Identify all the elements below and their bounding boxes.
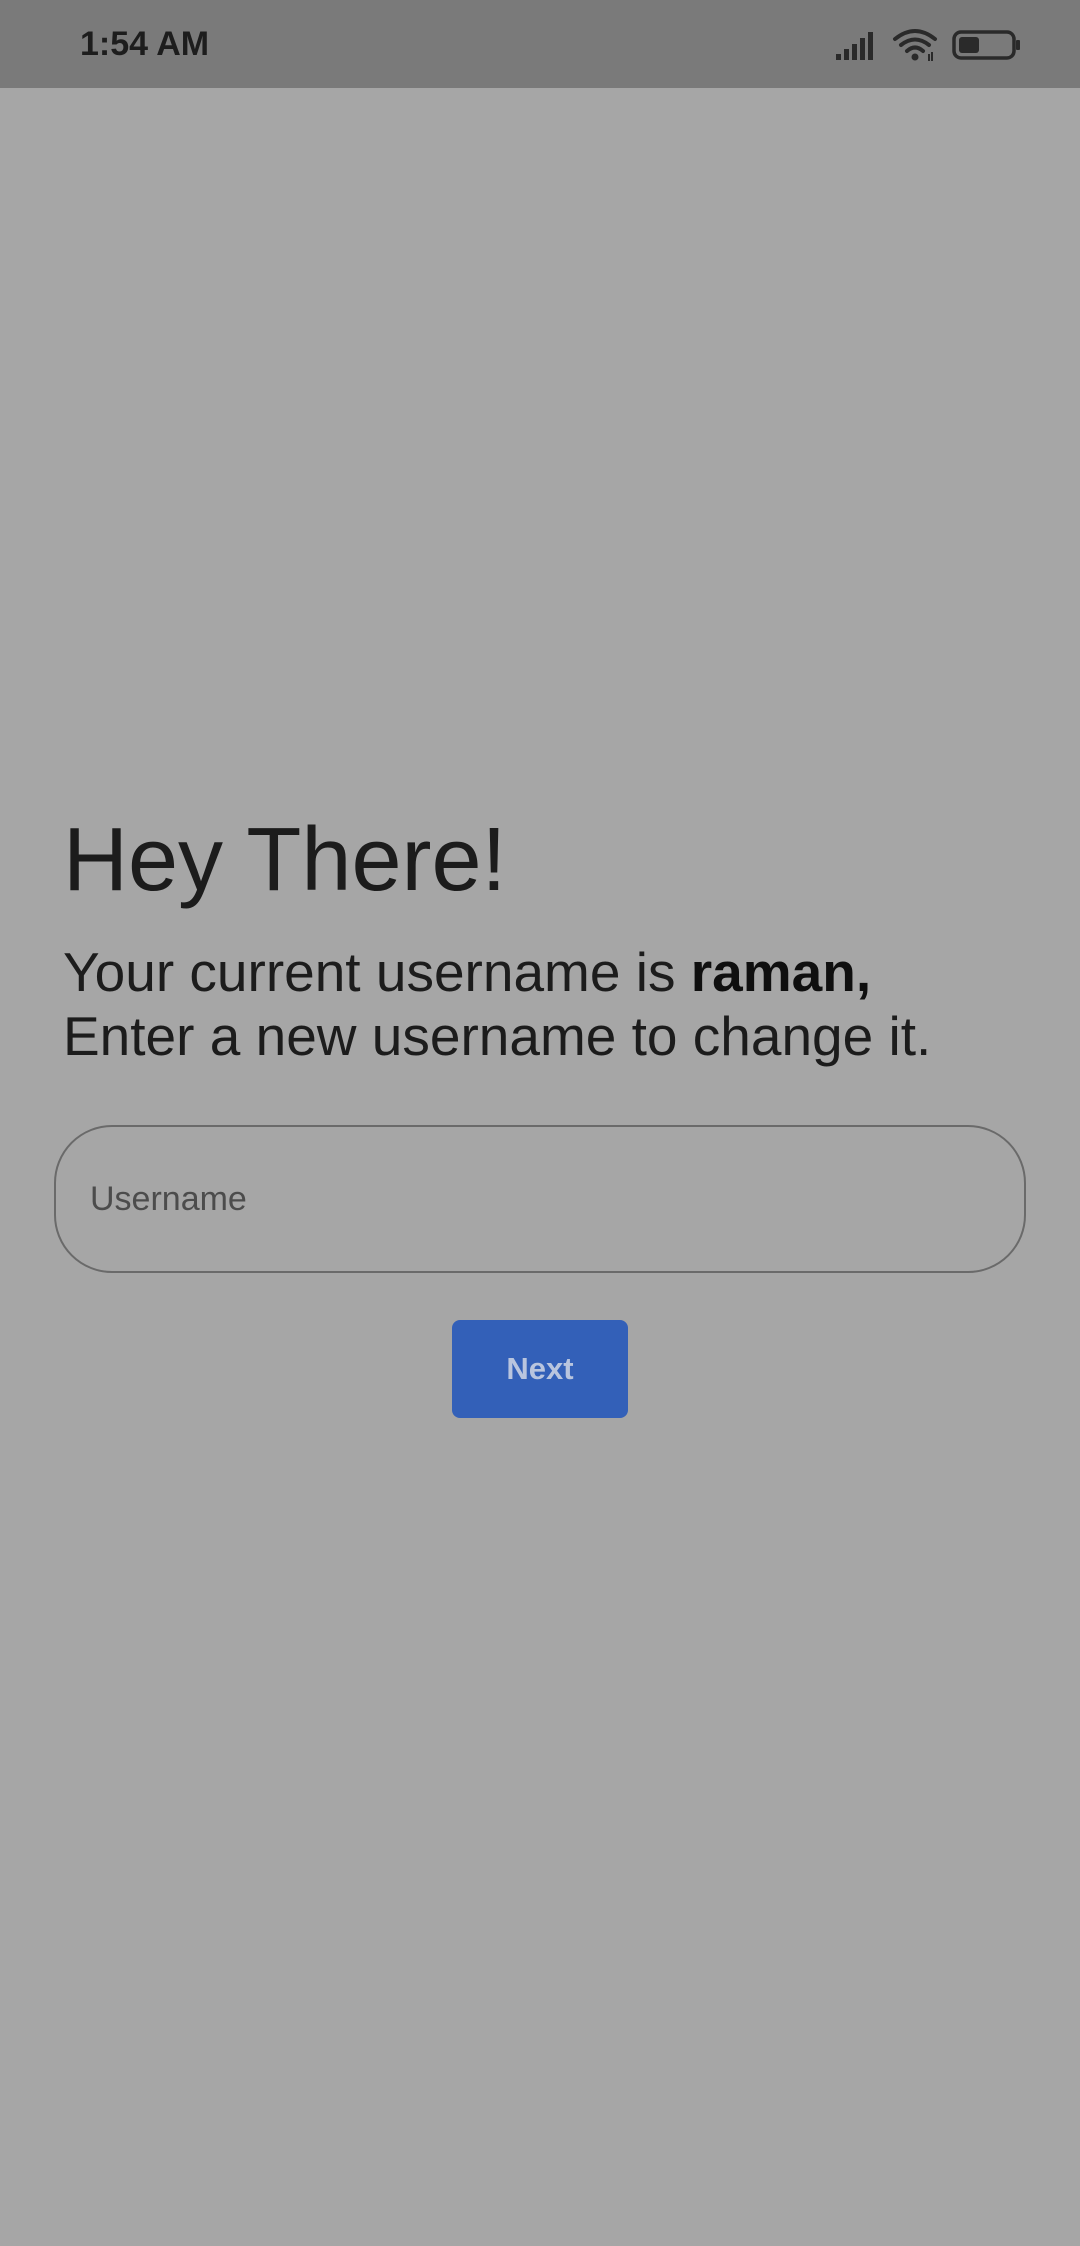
current-username: raman, (690, 941, 872, 1003)
username-input[interactable] (88, 1178, 1024, 1220)
username-field[interactable] (54, 1125, 1026, 1273)
status-time: 1:54 AM (80, 25, 210, 63)
next-button[interactable]: Next (452, 1320, 628, 1418)
page-subtitle: Your current username is raman, Enter a … (63, 940, 1043, 1068)
signal-icon (836, 30, 878, 60)
battery-icon (952, 29, 1022, 61)
status-icons (836, 26, 1022, 64)
subtitle-line-2: Enter a new username to change it. (63, 1005, 932, 1067)
page-title: Hey There! (63, 810, 507, 910)
subtitle-line-1: Your current username is raman, (63, 940, 1043, 1004)
wifi-icon (892, 28, 938, 62)
status-bar: 1:54 AM (0, 0, 1080, 88)
subtitle-prefix: Your current username is (63, 941, 691, 1003)
